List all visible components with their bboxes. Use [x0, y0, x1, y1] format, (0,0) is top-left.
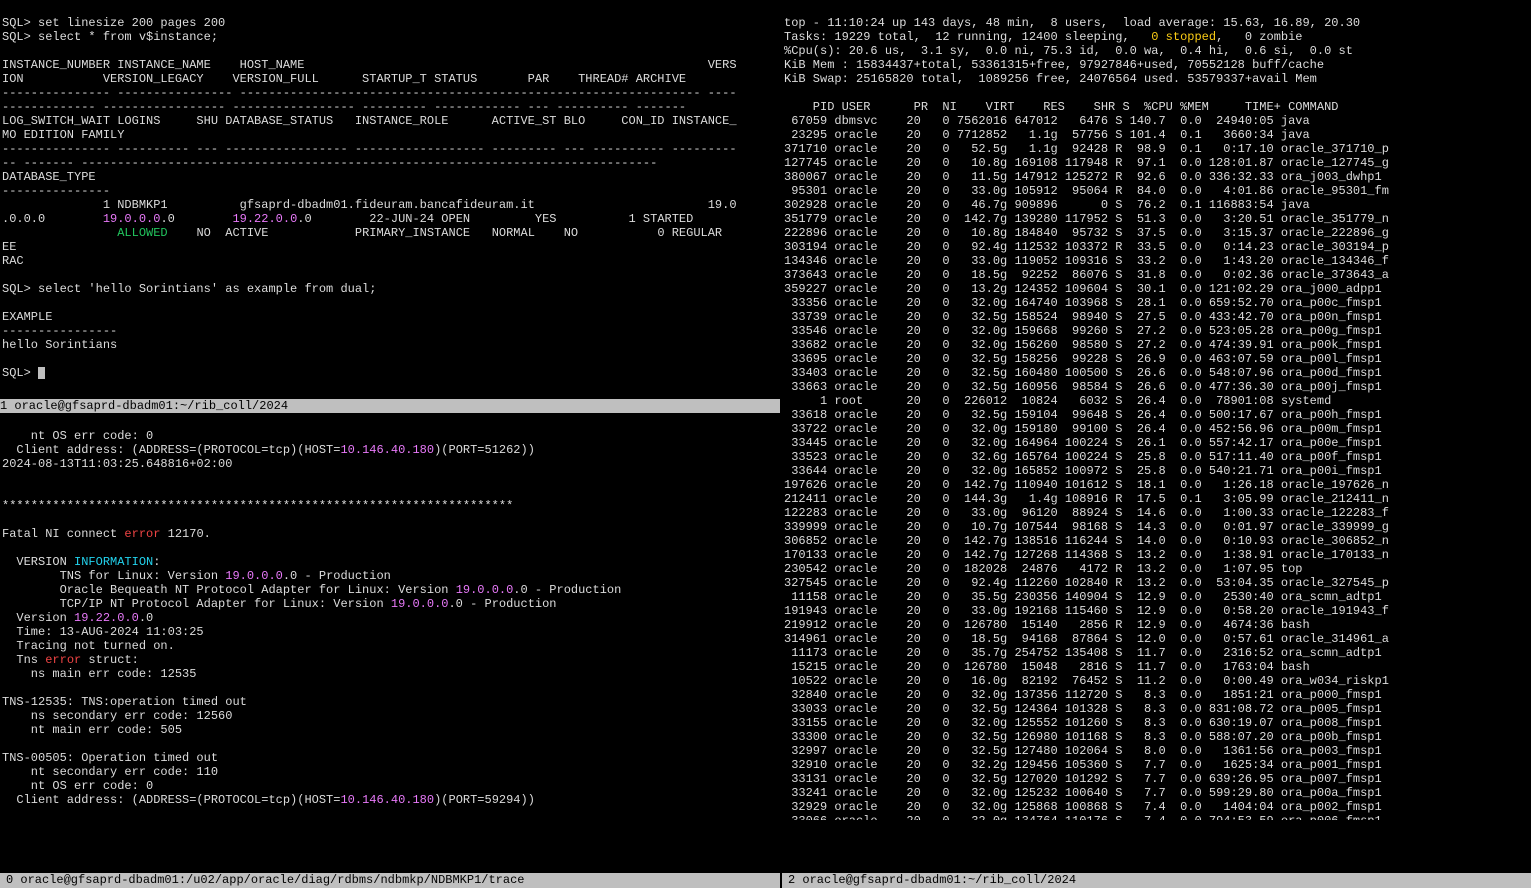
- log-line: TNS-12535: TNS:operation timed out: [2, 695, 247, 709]
- log-line: Client address: (ADDRESS=(PROTOCOL=tcp)(…: [2, 443, 535, 457]
- sql-line: SQL> select * from v$instance;: [2, 30, 218, 44]
- cursor-icon: [38, 367, 45, 379]
- sql-header: LOG_SWITCH_WAIT LOGINS SHU DATABASE_STAT…: [2, 114, 737, 128]
- tmux-status-right[interactable]: 2 oracle@gfsaprd-dbadm01:~/rib_coll/2024: [782, 873, 1531, 888]
- log-line: Tracing not turned on.: [2, 639, 175, 653]
- tmux-window-tab[interactable]: 1 oracle@gfsaprd-dbadm01:~/rib_coll/2024: [0, 399, 780, 413]
- sql-data: ALLOWED NO ACTIVE PRIMARY_INSTANCE NORMA…: [2, 226, 722, 240]
- sql-sep: --------------- ---------------- -------…: [2, 86, 737, 100]
- top-header: KiB Mem : 15834437+total, 53361315+free,…: [784, 58, 1324, 72]
- log-line: [2, 737, 31, 751]
- sql-terminal-pane[interactable]: SQL> set linesize 200 pages 200 SQL> sel…: [0, 0, 780, 398]
- log-line: ns secondary err code: 12560: [2, 709, 232, 723]
- sql-data: 1 NDBMKP1 gfsaprd-dbadm01.fideuram.banca…: [2, 198, 737, 212]
- sql-header: EXAMPLE: [2, 310, 52, 324]
- trace-log-pane[interactable]: nt OS err code: 0 Client address: (ADDRE…: [0, 413, 780, 821]
- sql-header: INSTANCE_NUMBER INSTANCE_NAME HOST_NAME …: [2, 58, 737, 72]
- top-columns: PID USER PR NI VIRT RES SHR S %CPU %MEM …: [784, 100, 1339, 114]
- sql-prompt[interactable]: SQL>: [2, 366, 45, 380]
- log-line: 2024-08-13T11:03:25.648816+02:00: [2, 457, 232, 471]
- log-line: Fatal NI connect error 12170.: [2, 527, 211, 541]
- sql-data: EE: [2, 240, 16, 254]
- sql-sep: ----------------: [2, 324, 117, 338]
- top-pane[interactable]: top - 11:10:24 up 143 days, 48 min, 8 us…: [782, 0, 1531, 820]
- sql-header: MO EDITION FAMILY: [2, 128, 124, 142]
- tmux-status-left[interactable]: 0 oracle@gfsaprd-dbadm01:/u02/app/oracle…: [0, 873, 780, 888]
- log-line: TNS-00505: Operation timed out: [2, 751, 218, 765]
- log-line: VERSION INFORMATION:: [2, 555, 160, 569]
- log-line: TCP/IP NT Protocol Adapter for Linux: Ve…: [2, 597, 557, 611]
- log-line: Tns error struct:: [2, 653, 139, 667]
- log-line: TNS for Linux: Version 19.0.0.0.0 - Prod…: [2, 569, 391, 583]
- sql-header: ION VERSION_LEGACY VERSION_FULL STARTUP_…: [2, 72, 686, 86]
- top-header: top - 11:10:24 up 143 days, 48 min, 8 us…: [784, 16, 1360, 30]
- log-line: ns main err code: 12535: [2, 667, 196, 681]
- sql-data: hello Sorintians: [2, 338, 117, 352]
- sql-header: DATABASE_TYPE: [2, 170, 96, 184]
- log-line: nt OS err code: 0: [2, 429, 153, 443]
- top-process-list: 67059 dbmsvc 20 0 7562016 647012 6476 S …: [784, 114, 1389, 820]
- top-header: %Cpu(s): 20.6 us, 3.1 sy, 0.0 ni, 75.3 i…: [784, 44, 1353, 58]
- top-header: KiB Swap: 25165820 total, 1089256 free, …: [784, 72, 1317, 86]
- sql-sep: -- ------- -----------------------------…: [2, 156, 657, 170]
- log-line: [2, 681, 31, 695]
- sql-data: RAC: [2, 254, 24, 268]
- sql-line: SQL> set linesize 200 pages 200: [2, 16, 225, 30]
- log-line: Oracle Bequeath NT Protocol Adapter for …: [2, 583, 621, 597]
- log-line: nt main err code: 505: [2, 723, 182, 737]
- log-line: Client address: (ADDRESS=(PROTOCOL=tcp)(…: [2, 793, 535, 807]
- log-line: ****************************************…: [2, 499, 513, 513]
- log-line: nt OS err code: 0: [2, 779, 153, 793]
- sql-sep: ------------- ----------------- --------…: [2, 100, 686, 114]
- sql-data: .0.0.0 19.0.0.0.0 19.22.0.0.0 22-JUN-24 …: [2, 212, 693, 226]
- sql-line: SQL> select 'hello Sorintians' as exampl…: [2, 282, 376, 296]
- sql-sep: ---------------: [2, 184, 110, 198]
- log-line: Version 19.22.0.0.0: [2, 611, 153, 625]
- top-header: Tasks: 19229 total, 12 running, 12400 sl…: [784, 30, 1303, 44]
- log-line: Time: 13-AUG-2024 11:03:25: [2, 625, 204, 639]
- log-line: nt secondary err code: 110: [2, 765, 218, 779]
- sql-sep: --------------- ---------- --- ---------…: [2, 142, 737, 156]
